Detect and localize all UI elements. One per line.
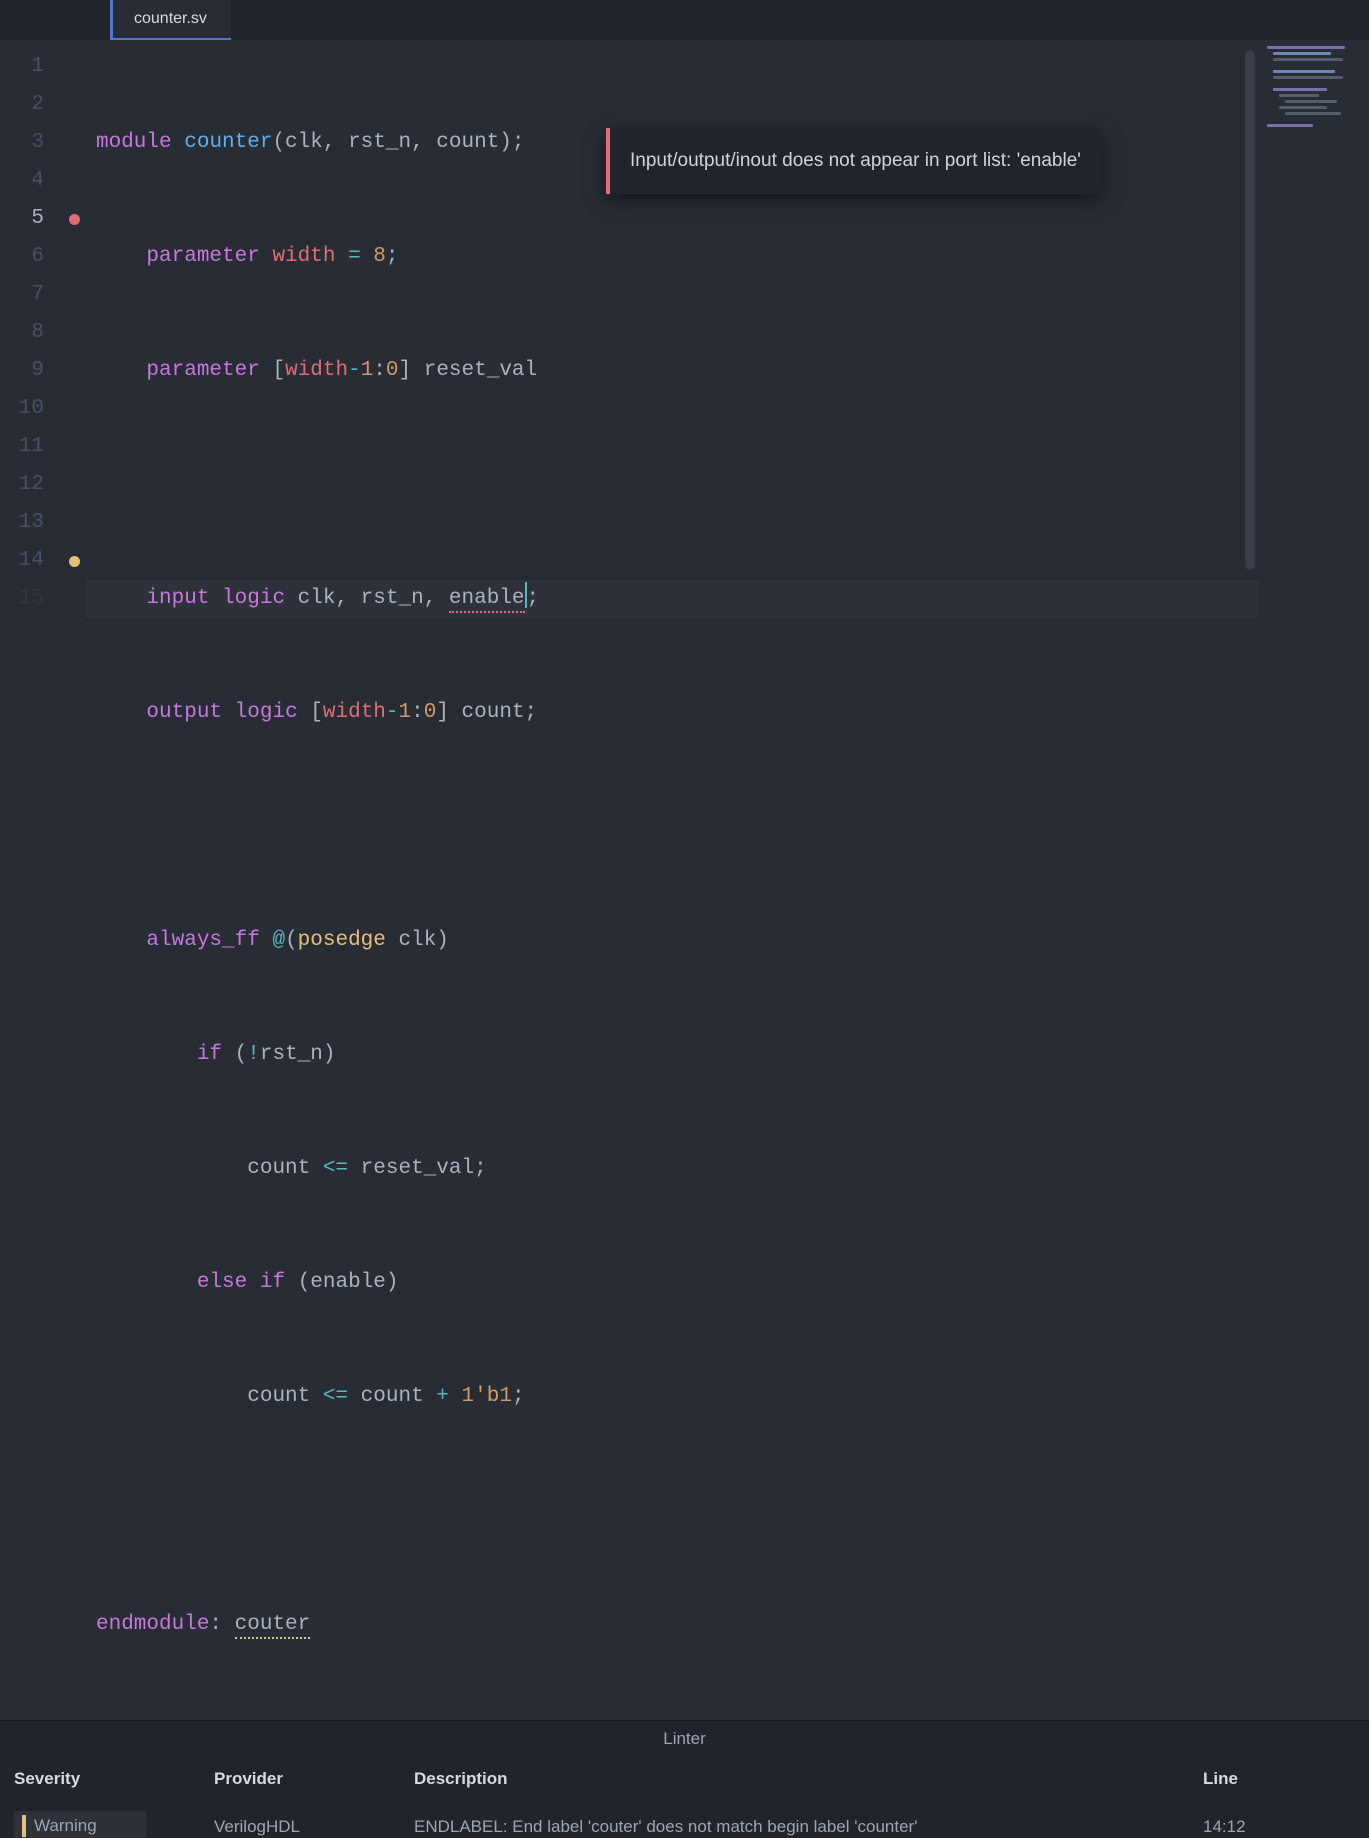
linter-line: 14:12 — [1189, 1801, 1369, 1838]
linter-row[interactable]: Warning VerilogHDLENDLABEL: End label 'co… — [0, 1801, 1369, 1838]
code-area[interactable]: module counter(clk, rst_n, count); param… — [86, 40, 1259, 1720]
minimap[interactable] — [1259, 40, 1369, 1720]
vertical-scrollbar[interactable] — [1245, 50, 1255, 570]
tab-active[interactable]: counter.sv — [110, 0, 231, 40]
code-editor[interactable]: 1 2 3 4 5 6 7 8 9 10 11 12 13 14 15 modu… — [0, 40, 1369, 1720]
error-marker[interactable] — [62, 200, 86, 238]
warning-marker[interactable] — [62, 542, 86, 580]
linter-description: ENDLABEL: End label 'couter' does not ma… — [400, 1801, 1189, 1838]
error-underline-enable[interactable]: enable — [449, 587, 525, 613]
tab-filename: counter.sv — [134, 10, 207, 27]
linter-provider: VerilogHDL — [200, 1801, 400, 1838]
col-severity[interactable]: Severity — [0, 1759, 200, 1801]
tooltip-message: Input/output/inout does not appear in po… — [630, 150, 1081, 171]
tab-bar: counter.sv — [0, 0, 1369, 40]
col-description[interactable]: Description — [400, 1759, 1189, 1801]
text-cursor — [525, 582, 527, 608]
panel-title: Linter — [0, 1721, 1369, 1759]
line-number-gutter: 1 2 3 4 5 6 7 8 9 10 11 12 13 14 15 — [0, 40, 62, 1720]
col-provider[interactable]: Provider — [200, 1759, 400, 1801]
col-line[interactable]: Line — [1189, 1759, 1369, 1801]
warning-underline-couter[interactable]: couter — [235, 1613, 311, 1639]
linter-table: Severity Provider Description Line Warni… — [0, 1759, 1369, 1838]
linter-panel: Linter Severity Provider Description Lin… — [0, 1720, 1369, 1838]
diagnostic-tooltip: Input/output/inout does not appear in po… — [606, 128, 1101, 194]
severity-badge: Warning — [14, 1811, 146, 1838]
diagnostic-gutter — [62, 40, 86, 1720]
